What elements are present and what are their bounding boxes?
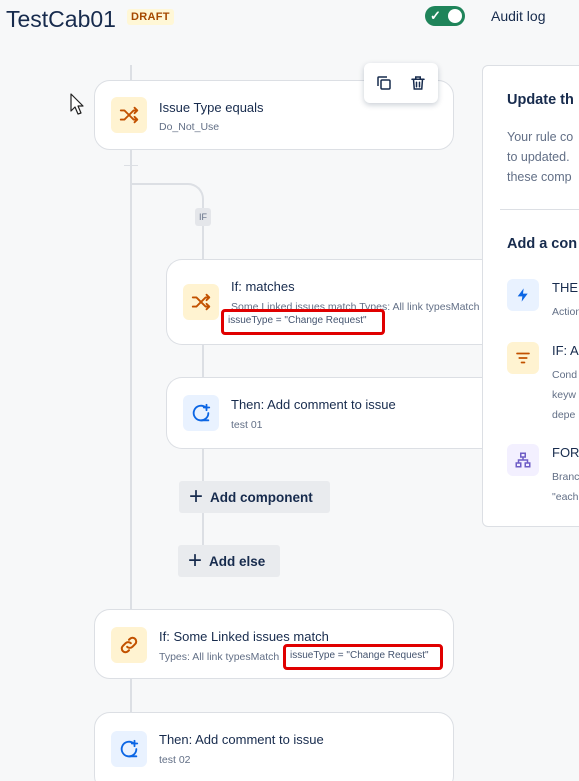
shuffle-icon (183, 284, 219, 320)
button-label: Add else (209, 553, 266, 569)
card-title: If: matches (231, 279, 295, 294)
action-card-add-comment-2[interactable]: Then: Add comment to issue test 02 (94, 712, 454, 781)
panel-item-title: FOR (552, 445, 579, 460)
panel-heading: Update th (507, 92, 574, 108)
comment-add-icon (111, 731, 147, 767)
mouse-cursor-icon (70, 93, 84, 120)
card-toolbar (364, 63, 438, 103)
card-subtitle: Types: All link typesMatch (159, 651, 280, 663)
filter-icon (507, 342, 539, 374)
card-subtitle: test 01 (231, 419, 263, 431)
rule-enabled-toggle[interactable]: ✓ (425, 6, 465, 26)
panel-item-desc: Cond keyw depe (552, 369, 578, 421)
button-label: Add component (210, 489, 313, 505)
action-card-add-comment-1[interactable]: Then: Add comment to issue test 01 (166, 377, 496, 449)
shuffle-icon (111, 97, 147, 133)
card-title: Issue Type equals (159, 100, 264, 115)
trash-icon[interactable] (406, 71, 430, 95)
panel-description: Your rule co to updated. these comp (507, 130, 574, 184)
panel-item-title: THEN (552, 280, 579, 295)
branch-connector (130, 183, 204, 215)
copy-icon[interactable] (372, 71, 396, 95)
check-icon: ✓ (430, 8, 441, 23)
link-icon (111, 627, 147, 663)
jql-highlight: issueType = "Change Request" (221, 309, 385, 335)
card-subtitle: Do_Not_Use (159, 121, 220, 133)
plus-icon: + (188, 547, 203, 574)
comment-add-icon (183, 395, 219, 431)
card-subtitle: test 02 (159, 754, 191, 766)
add-component-heading: Add a con (507, 236, 578, 252)
jql-highlight: issueType = "Change Request" (283, 644, 443, 670)
toggle-knob (448, 9, 462, 23)
divider (500, 209, 579, 210)
panel-item-desc: Action (552, 306, 579, 318)
add-component-button[interactable]: + Add component (179, 481, 330, 513)
add-else-button[interactable]: + Add else (178, 545, 280, 577)
audit-log-link[interactable]: Audit log (491, 8, 545, 24)
component-panel: Update th Your rule co to updated. these… (482, 65, 579, 527)
card-title: Then: Add comment to issue (159, 732, 324, 747)
panel-item-title: IF: A (552, 343, 579, 358)
lightning-icon (507, 279, 539, 311)
branch-icon (507, 444, 539, 476)
branch-if-label: IF (195, 208, 211, 226)
plus-icon: + (189, 483, 204, 510)
status-badge: DRAFT (127, 9, 174, 25)
panel-item-desc: Branc "each (552, 471, 579, 503)
connector-tick (124, 165, 138, 166)
card-title: Then: Add comment to issue (231, 397, 396, 412)
rule-title[interactable]: TestCab01 (6, 6, 116, 33)
card-title: If: Some Linked issues match (159, 629, 329, 644)
